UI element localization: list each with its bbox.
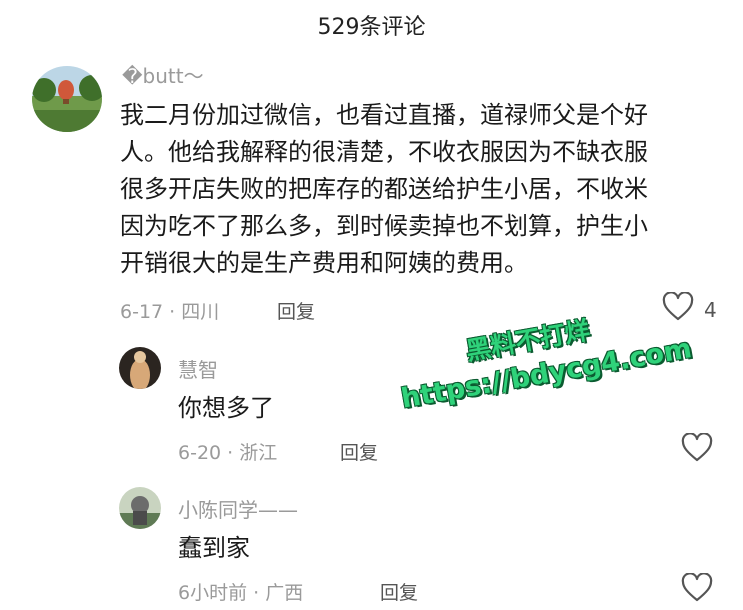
reply-button[interactable]: 回复 <box>380 578 418 605</box>
like-button[interactable] <box>681 572 713 608</box>
reply-button[interactable]: 回复 <box>277 297 315 324</box>
heart-icon <box>681 432 713 468</box>
heart-icon <box>662 291 694 327</box>
avatar[interactable] <box>119 487 161 529</box>
comment-line: 很多开店失败的把库存的都送给护生小居，不收米 <box>120 175 648 203</box>
comment-line: 因为吃不了那么多，到时候卖掉也不划算，护生小 <box>120 212 648 240</box>
comments-count-title: 529条评论 <box>317 15 426 40</box>
reply-content: 你想多了 <box>178 394 274 422</box>
watermark-url: https://bdycg4.com <box>398 333 695 415</box>
comment-line: 我二月份加过微信，也看过直播，道禄师父是个好 <box>120 101 648 129</box>
comment-meta: 6-17 · 四川 <box>120 301 220 323</box>
heart-icon <box>681 572 713 608</box>
watermark-text: 黑料不打烊 <box>463 315 592 366</box>
comment-line: 开销很大的是生产费用和阿姨的费用。 <box>120 249 528 277</box>
like-button[interactable]: 4 <box>662 291 717 327</box>
watermark: 黑料不打烊 https://bdycg4.com <box>392 291 705 442</box>
reply-username[interactable]: 小陈同学—— <box>178 494 298 523</box>
reply-button[interactable]: 回复 <box>340 438 378 465</box>
comment-line: 人。他给我解释的很清楚，不收衣服因为不缺衣服 <box>120 138 648 166</box>
reply-meta: 6-20 · 浙江 <box>178 442 278 464</box>
avatar[interactable] <box>119 347 161 389</box>
reply-username[interactable]: 慧智 <box>178 354 218 383</box>
comment-username[interactable]: �butt～ <box>122 60 204 89</box>
reply-meta: 6小时前 · 广西 <box>178 582 304 604</box>
like-button[interactable] <box>681 432 713 468</box>
like-count: 4 <box>704 297 717 322</box>
avatar[interactable] <box>32 66 102 132</box>
reply-content: 蠢到家 <box>178 534 250 562</box>
